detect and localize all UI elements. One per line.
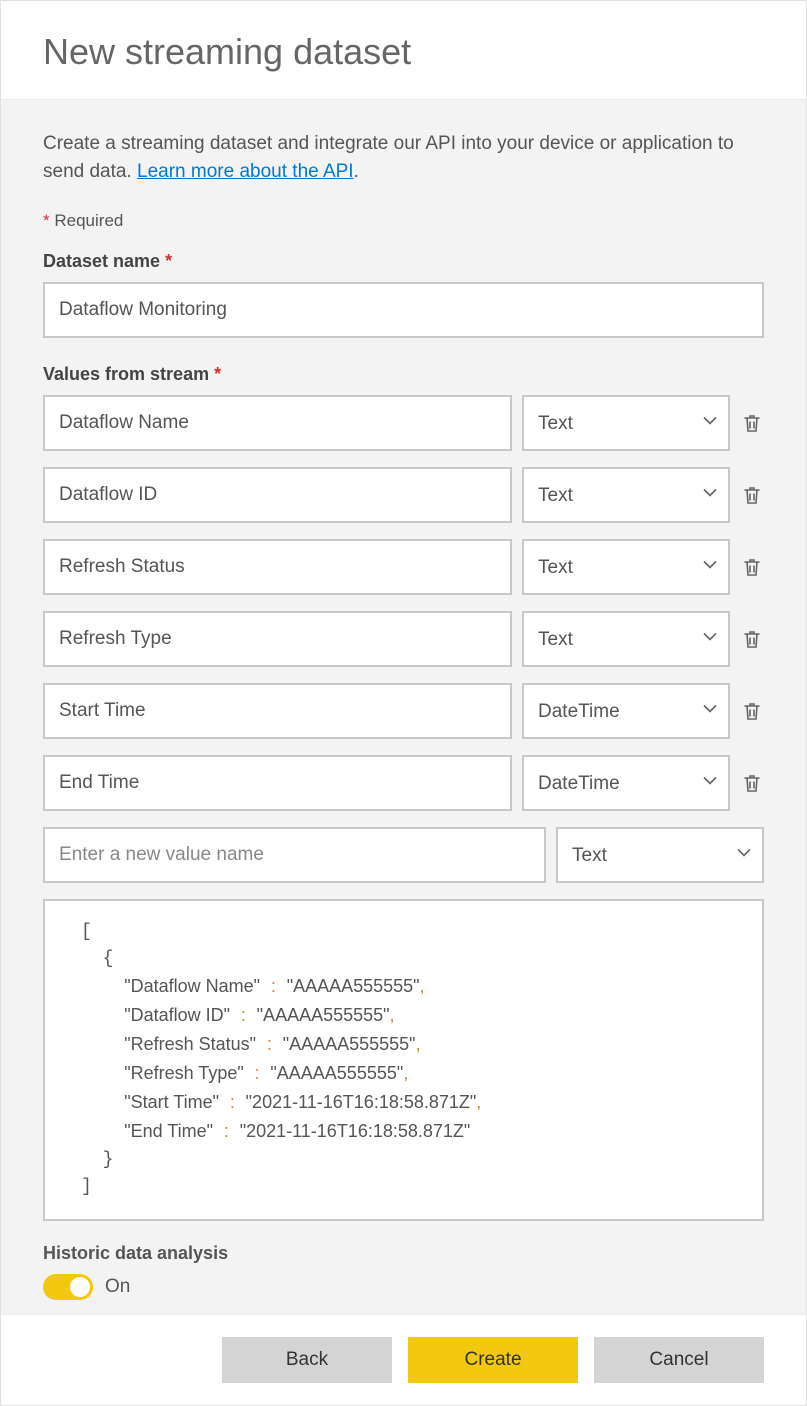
dialog-footer: Back Create Cancel (1, 1314, 806, 1405)
stream-value-name-input[interactable] (43, 683, 512, 739)
page-title: New streaming dataset (43, 31, 764, 73)
stream-value-type-select[interactable]: Text (522, 467, 730, 523)
stream-value-type-select[interactable]: Text (522, 611, 730, 667)
trash-icon[interactable] (740, 411, 764, 435)
stream-value-name-input[interactable] (43, 395, 512, 451)
dataset-name-input[interactable] (43, 282, 764, 338)
stream-value-name-input[interactable] (43, 539, 512, 595)
stream-value-type-select[interactable]: Text (522, 395, 730, 451)
cancel-button[interactable]: Cancel (594, 1337, 764, 1383)
stream-values-list: Text Text Text Text DateTime DateTime (43, 395, 764, 811)
trash-icon[interactable] (740, 771, 764, 795)
create-button[interactable]: Create (408, 1337, 578, 1383)
stream-value-name-input[interactable] (43, 755, 512, 811)
stream-value-type-select[interactable]: DateTime (522, 683, 730, 739)
json-preview: [ { "Dataflow Name" : "AAAAA555555", "Da… (43, 899, 764, 1221)
historic-section: Historic data analysis On (43, 1243, 764, 1300)
dialog-header: New streaming dataset (1, 1, 806, 100)
new-value-name-input[interactable] (43, 827, 546, 883)
stream-value-type-select[interactable]: Text (522, 539, 730, 595)
trash-icon[interactable] (740, 555, 764, 579)
historic-toggle[interactable] (43, 1274, 93, 1300)
dataset-name-label: Dataset name * (43, 251, 764, 272)
required-note: * Required (43, 211, 764, 231)
historic-label: Historic data analysis (43, 1243, 764, 1264)
stream-value-type-select[interactable]: DateTime (522, 755, 730, 811)
trash-icon[interactable] (740, 483, 764, 507)
trash-icon[interactable] (740, 627, 764, 651)
values-from-stream-label: Values from stream * (43, 364, 764, 385)
dialog-body: Create a streaming dataset and integrate… (1, 100, 806, 1320)
learn-more-link[interactable]: Learn more about the API (137, 161, 354, 182)
stream-value-name-input[interactable] (43, 467, 512, 523)
new-value-type-select[interactable]: Text (556, 827, 764, 883)
trash-icon[interactable] (740, 699, 764, 723)
historic-toggle-state: On (105, 1276, 130, 1298)
stream-value-row: DateTime (43, 683, 764, 739)
intro-text: Create a streaming dataset and integrate… (43, 130, 764, 185)
intro-text-part2: . (354, 161, 359, 182)
stream-value-row: DateTime (43, 755, 764, 811)
back-button[interactable]: Back (222, 1337, 392, 1383)
stream-value-row: Text (43, 395, 764, 451)
stream-value-row: Text (43, 539, 764, 595)
stream-value-row: Text (43, 611, 764, 667)
stream-value-name-input[interactable] (43, 611, 512, 667)
stream-value-row: Text (43, 467, 764, 523)
new-value-row: Text (43, 827, 764, 883)
